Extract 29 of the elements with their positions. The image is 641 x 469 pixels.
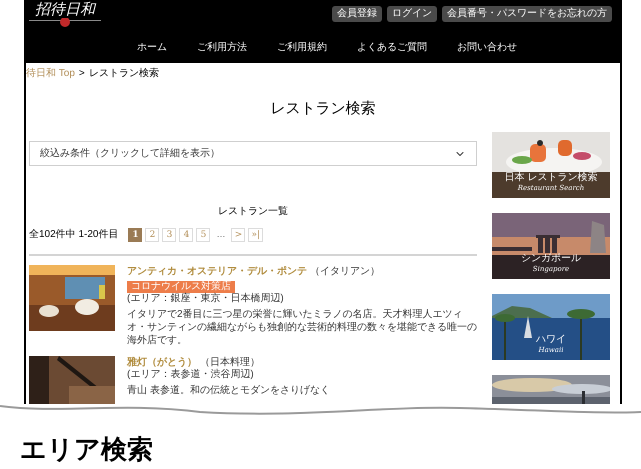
area-label: (エリア：銀座・東京・日本橋周辺): [127, 293, 285, 305]
pagination-ellipsis: …: [215, 228, 226, 241]
page-button[interactable]: 1: [128, 228, 142, 242]
nav-link[interactable]: ホーム: [137, 42, 167, 54]
filter-toggle[interactable]: 絞込み条件（クリックして詳細を表示）: [29, 141, 477, 166]
page-title: レストラン検索: [270, 100, 376, 118]
restaurant-description: イタリアで2番目に三つ星の栄誉に輝いたミラノの名店。天才料理人エツィオ・サンティンの繊細ながらも独創的な芸術的料理の数々を堪能できる唯一の海外店です。: [127, 308, 477, 347]
restaurant-description: 青山 表参道。和の伝統とモダンをさりげなく: [127, 384, 331, 397]
banner-title: ハワイ: [536, 334, 566, 346]
nav-link[interactable]: ご利用方法: [197, 42, 247, 54]
header-button[interactable]: 会員番号・パスワードをお忘れの方: [442, 6, 612, 22]
nav-link[interactable]: よくあるご質問: [357, 42, 427, 54]
header-button[interactable]: ログイン: [387, 6, 437, 22]
banner-title: 日本 レストラン検索: [504, 172, 598, 184]
logo-mark-icon: [29, 18, 101, 28]
breadcrumb-current: レストラン検索: [88, 68, 159, 80]
list-title: レストラン一覧: [217, 206, 289, 218]
banner-title: シンガポール: [521, 253, 581, 265]
header-button[interactable]: 会員登録: [332, 6, 382, 22]
site-logo[interactable]: 招待日和: [35, 0, 95, 18]
nav-link[interactable]: ご利用規約: [277, 42, 327, 54]
cuisine-label: （イタリアン）: [310, 266, 380, 278]
cuisine-label: （日本料理）: [200, 356, 260, 368]
area-label: (エリア：表参道・渋谷周辺): [127, 369, 255, 381]
section-heading: エリア検索: [20, 434, 154, 466]
breadcrumb-separator: >: [78, 68, 85, 80]
nav-link[interactable]: お問い合わせ: [457, 42, 517, 54]
result-count: 全102件中 1-20件目: [29, 228, 118, 242]
safety-badge: コロナウイルス対策店: [127, 281, 235, 293]
